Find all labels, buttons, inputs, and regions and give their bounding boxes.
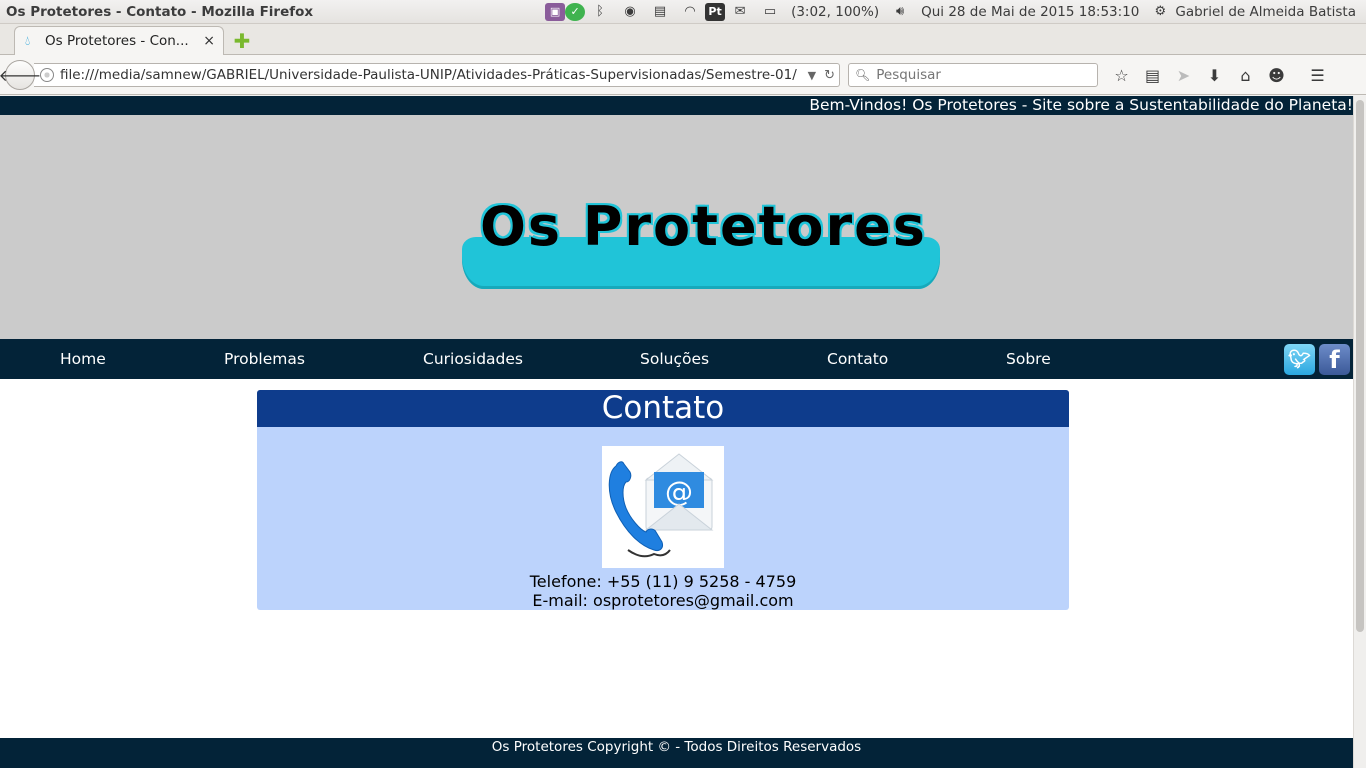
menu-hamburger-icon[interactable]: ☰ — [1302, 63, 1333, 87]
share-icon[interactable]: ➤ — [1168, 63, 1199, 87]
new-tab-plus-icon[interactable]: ✚ — [232, 29, 252, 53]
chat-icon[interactable]: ☻ — [1261, 63, 1292, 87]
phone-email-icon: @ — [608, 453, 714, 558]
contact-phone: Telefone: +55 (11) 9 5258 - 4759 — [529, 572, 797, 591]
facebook-icon[interactable]: f — [1319, 344, 1350, 375]
reload-icon[interactable]: ↻ — [824, 68, 835, 83]
logo-text: Os Protetores — [480, 195, 927, 258]
globe-icon — [40, 68, 54, 82]
bluetooth-icon[interactable]: ᛒ — [589, 3, 611, 21]
contact-email[interactable]: E-mail: osprotetores@gmail.com — [257, 591, 1069, 610]
search-icon: 🔍︎ — [855, 68, 871, 82]
page-footer: Os Protetores Copyright © - Todos Direit… — [0, 738, 1353, 768]
site-logo[interactable]: Os Protetores — [462, 195, 942, 307]
welcome-ticker: Bem-Vindos! Os Protetores - Site sobre a… — [0, 96, 1353, 115]
tab-close-icon[interactable]: × — [203, 33, 215, 49]
tab-strip: 💧︎ Os Protetores - Con... × ✚ — [0, 24, 1366, 55]
menu-item-solucoes[interactable]: Soluções — [640, 339, 709, 379]
mail-icon[interactable]: ✉ — [729, 3, 751, 21]
bookmark-star-icon[interactable]: ☆ — [1106, 63, 1137, 87]
keyboard-layout-icon[interactable]: Pt — [705, 2, 726, 21]
clipboard-icon[interactable]: ▤ — [649, 3, 671, 21]
url-dropdown-icon[interactable]: ▼ — [808, 69, 816, 82]
scrollbar-thumb[interactable] — [1356, 100, 1364, 632]
phone-email-illustration: @ — [602, 446, 724, 568]
page-viewport: Bem-Vindos! Os Protetores - Site sobre a… — [0, 96, 1353, 768]
search-input[interactable] — [876, 67, 1077, 83]
contact-panel: Contato @ Telefone: +55 (11) 9 5258 - 47… — [257, 390, 1069, 610]
navigation-toolbar: file:///media/samnew/GABRIEL/Universidad… — [0, 55, 1366, 95]
menu-item-contato[interactable]: Contato — [827, 339, 888, 379]
home-icon[interactable]: ⌂ — [1230, 63, 1261, 87]
system-tray: ▣ ✓ ᛒ ◉ ▤ ◠ Pt ✉ ▭ (3:02, 100%) 🔊︎ Qui 2… — [530, 0, 1366, 24]
reading-list-icon[interactable]: ▤ — [1137, 63, 1168, 87]
twitter-icon[interactable]: 🐦︎ — [1284, 344, 1315, 375]
window-title: Os Protetores - Contato - Mozilla Firefo… — [6, 3, 314, 20]
header-banner: Os Protetores — [0, 115, 1353, 339]
battery-status[interactable]: (3:02, 100%) — [791, 4, 879, 20]
battery-icon[interactable]: ▭ — [759, 3, 781, 21]
volume-icon[interactable]: 🔊︎ — [889, 3, 911, 21]
toolbar-icons: ☆ ▤ ➤ ⬇ ⌂ ☻ ☰ — [1106, 63, 1333, 87]
tab-label: Os Protetores - Con... — [45, 33, 189, 49]
wifi-icon[interactable]: ◠ — [679, 3, 701, 21]
os-top-panel: Os Protetores - Contato - Mozilla Firefo… — [0, 0, 1366, 24]
drop-favicon-icon: 💧︎ — [25, 33, 31, 49]
back-button[interactable]: 🡐 — [0, 60, 41, 90]
vertical-scrollbar[interactable] — [1353, 96, 1366, 768]
url-text[interactable]: file:///media/samnew/GABRIEL/Universidad… — [60, 67, 804, 83]
clock[interactable]: Qui 28 de Mai de 2015 18:53:10 — [921, 4, 1139, 20]
update-ok-icon[interactable]: ✓ — [565, 2, 586, 21]
search-box[interactable]: 🔍︎ — [848, 63, 1098, 87]
menu-item-curiosidades[interactable]: Curiosidades — [423, 339, 523, 379]
url-bar[interactable]: file:///media/samnew/GABRIEL/Universidad… — [34, 63, 840, 87]
back-arrow-icon: 🡐 — [0, 66, 42, 85]
contact-heading: Contato — [257, 390, 1069, 427]
browser-tab[interactable]: 💧︎ Os Protetores - Con... × — [14, 26, 224, 55]
main-menu: Home Problemas Curiosidades Soluções Con… — [0, 339, 1353, 379]
settings-gear-icon[interactable]: ⚙ — [1149, 3, 1171, 21]
menu-item-problemas[interactable]: Problemas — [224, 339, 305, 379]
download-icon[interactable]: ⬇ — [1199, 63, 1230, 87]
svg-text:@: @ — [665, 475, 693, 508]
menu-item-home[interactable]: Home — [60, 339, 106, 379]
menu-item-sobre[interactable]: Sobre — [1006, 339, 1051, 379]
sync-icon[interactable]: ◉ — [619, 3, 641, 21]
workspace-switcher-icon[interactable]: ▣ — [545, 2, 566, 21]
user-name[interactable]: Gabriel de Almeida Batista — [1175, 4, 1356, 20]
